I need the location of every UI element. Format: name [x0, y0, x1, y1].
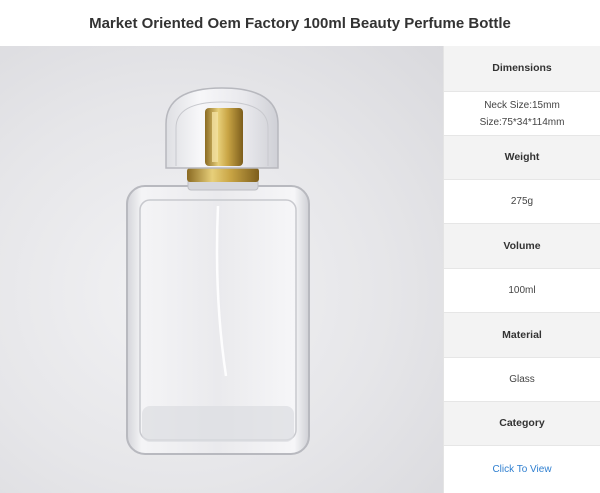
size-text: Size:75*34*114mm [479, 116, 565, 128]
volume-value: 100ml [444, 269, 600, 313]
category-value: Click To View [444, 446, 600, 493]
material-value-text: Glass [509, 374, 535, 385]
weight-value: 275g [444, 180, 600, 224]
volume-value-text: 100ml [508, 285, 536, 296]
specs-table: Dimensions Neck Size:15mm Size:75*34*114… [443, 46, 600, 493]
material-label-text: Material [502, 328, 542, 341]
dimensions-value: Neck Size:15mm Size:75*34*114mm [444, 92, 600, 136]
weight-label-text: Weight [504, 151, 540, 163]
volume-label-text: Volume [503, 239, 541, 252]
category-label: Category [444, 402, 600, 446]
dimensions-label: Dimensions [444, 46, 600, 92]
neck-size-text: Neck Size:15mm [484, 99, 560, 111]
material-label: Material [444, 313, 600, 358]
weight-value-text: 275g [510, 196, 534, 207]
category-label-text: Category [499, 417, 545, 429]
page-title: Market Oriented Oem Factory 100ml Beauty… [89, 14, 511, 32]
volume-label: Volume [444, 224, 600, 269]
product-image [0, 46, 443, 493]
click-to-view-link[interactable]: Click To View [492, 461, 551, 478]
dimensions-label-text: Dimensions [492, 62, 552, 74]
weight-label: Weight [444, 136, 600, 180]
material-value: Glass [444, 358, 600, 402]
